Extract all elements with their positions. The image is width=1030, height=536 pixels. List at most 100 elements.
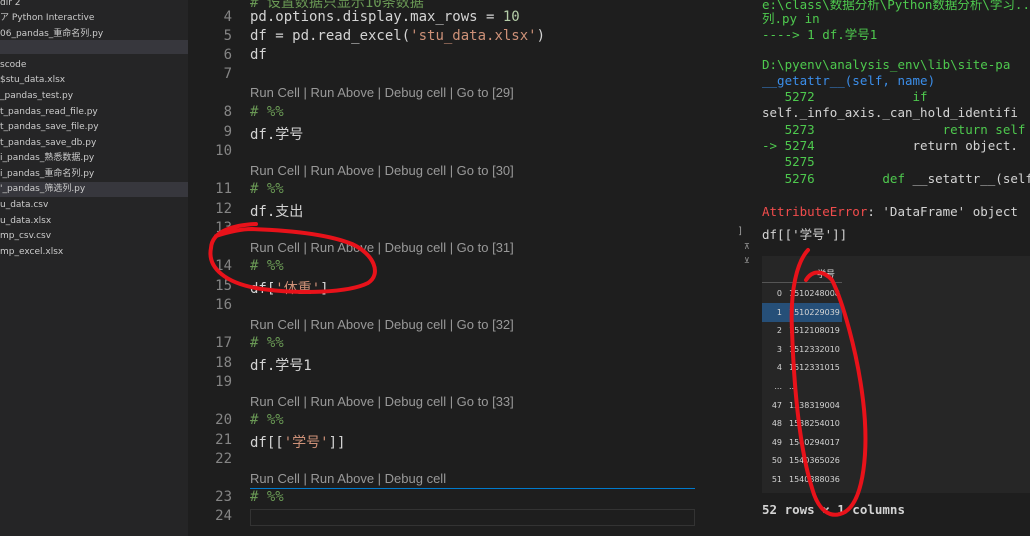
code-line[interactable]: df[['学号']] bbox=[250, 432, 345, 452]
number-literal: 10 bbox=[502, 9, 520, 25]
sidebar-item[interactable]: t_pandas_read_file.py bbox=[0, 105, 98, 120]
sidebar-item[interactable]: '_pandas_筛选列.py bbox=[0, 182, 188, 197]
codelens-actions[interactable]: Run Cell | Run Above | Debug cell | Go t… bbox=[250, 317, 514, 332]
table-row[interactable]: 4 1512331015 bbox=[762, 358, 842, 377]
table-row[interactable]: 51 1540388036 bbox=[762, 470, 842, 489]
line-number: 14 bbox=[215, 258, 232, 274]
line-number: 15 bbox=[215, 278, 232, 294]
row-value: 1538254010 bbox=[789, 419, 840, 429]
sidebar-item[interactable]: i_pandas_熟悉数据.py bbox=[0, 151, 94, 166]
sidebar-item[interactable]: mp_csv.csv bbox=[0, 229, 51, 244]
code-line[interactable]: df['体重'] bbox=[250, 278, 329, 298]
code-line[interactable]: # %% bbox=[250, 258, 284, 274]
trace-5276: 5276 def __setattr__(self, bbox=[762, 171, 1030, 186]
line-number: 13 bbox=[215, 220, 232, 236]
bracket-mark: ] bbox=[738, 226, 742, 237]
table-row[interactable]: ...... bbox=[762, 377, 842, 396]
sidebar-item[interactable]: t_pandas_save_db.py bbox=[0, 136, 96, 151]
sidebar-item[interactable]: _pandas_test.py bbox=[0, 89, 73, 104]
sidebar-item[interactable]: 06_pandas_重命名列.py bbox=[0, 27, 103, 42]
code-line[interactable]: df.学号1 bbox=[250, 355, 312, 375]
line-number: 16 bbox=[215, 297, 232, 313]
row-value: 1512108019 bbox=[789, 326, 840, 336]
table-row[interactable]: 50 1540365026 bbox=[762, 451, 842, 470]
row-index: ... bbox=[774, 382, 782, 391]
line-number: 10 bbox=[215, 143, 232, 159]
code-token: ) bbox=[536, 28, 546, 44]
table-row[interactable]: 1 1510229039 bbox=[762, 302, 842, 322]
code-line[interactable]: pd.options.display.max_rows = 10 bbox=[250, 9, 520, 25]
trace-arrow-line: ----> 1 df.学号1 bbox=[762, 27, 878, 42]
trace-5276-code: __setattr__(self, bbox=[912, 171, 1030, 186]
code-editor[interactable]: # 设置数据只显示10条数据 4 pd.options.display.max_r… bbox=[188, 0, 736, 536]
row-index: 0 bbox=[776, 289, 782, 298]
line-number: 6 bbox=[223, 47, 232, 63]
trace-5275: 5275 bbox=[762, 154, 815, 169]
code-line[interactable]: df = pd.read_excel('stu_data.xlsx') bbox=[250, 28, 545, 44]
cell-comment: # %% bbox=[250, 104, 284, 120]
row-index: 51 bbox=[771, 475, 782, 484]
error-name: AttributeError bbox=[762, 204, 868, 219]
codelens-actions[interactable]: Run Cell | Run Above | Debug cell | Go t… bbox=[250, 394, 514, 409]
trace-5273: 5273 return self bbox=[762, 122, 1026, 137]
cell-comment: # %% bbox=[250, 412, 284, 428]
code-token: pd.options.display.max_rows = bbox=[250, 9, 503, 25]
codelens-actions[interactable]: Run Cell | Run Above | Debug cell | Go t… bbox=[250, 240, 514, 255]
sidebar-item[interactable]: scode bbox=[0, 58, 26, 73]
line-number: 11 bbox=[215, 181, 232, 197]
interactive-output: e:\class\数据分析\Python数据分析\学习... 列.py in -… bbox=[736, 0, 1030, 536]
table-row[interactable]: 48 1538254010 bbox=[762, 414, 842, 433]
line-number: 22 bbox=[215, 451, 232, 467]
code-line[interactable]: # %% bbox=[250, 335, 284, 351]
code-line[interactable]: # %% bbox=[250, 181, 284, 197]
table-row[interactable]: 2 1512108019 bbox=[762, 321, 842, 340]
table-row[interactable]: 49 1540294017 bbox=[762, 433, 842, 452]
code-line[interactable]: df.支出 bbox=[250, 201, 303, 221]
cell-comment: # %% bbox=[250, 489, 284, 505]
line-number: 20 bbox=[215, 412, 232, 428]
code-token: ]] bbox=[328, 435, 346, 451]
line-number: 7 bbox=[223, 66, 232, 82]
row-index: 50 bbox=[771, 456, 782, 466]
collapse-down-icon[interactable]: ⊻ bbox=[744, 256, 750, 265]
codelens-actions[interactable]: Run Cell | Run Above | Debug cell | Go t… bbox=[250, 85, 514, 100]
trace-getattr: __getattr__(self, name) bbox=[762, 73, 936, 88]
string-literal: '体重' bbox=[275, 281, 321, 297]
table-row[interactable]: 0 1510248008 bbox=[762, 284, 842, 303]
table-row[interactable]: 47 1538319004 bbox=[762, 396, 842, 415]
executed-command: df[['学号']] bbox=[762, 227, 848, 242]
code-line[interactable]: # %% bbox=[250, 104, 284, 120]
trace-5276-num: 5276 def bbox=[762, 171, 905, 186]
row-index: 49 bbox=[771, 437, 782, 447]
row-index: 47 bbox=[771, 400, 782, 410]
code-token: df.学号1 bbox=[250, 358, 312, 374]
sidebar-item[interactable]: mp_excel.xlsx bbox=[0, 245, 63, 260]
sidebar-item[interactable]: u_data.csv bbox=[0, 198, 48, 213]
trace-5274-arrow: -> 5274 bbox=[762, 138, 815, 153]
sidebar-item[interactable]: u_data.xlsx bbox=[0, 214, 51, 229]
codelens-actions[interactable]: Run Cell | Run Above | Debug cell bbox=[250, 471, 446, 486]
row-index: 48 bbox=[771, 419, 782, 429]
codelens-actions[interactable]: Run Cell | Run Above | Debug cell | Go t… bbox=[250, 163, 514, 178]
line-number: 19 bbox=[215, 374, 232, 390]
sidebar-item[interactable]: i_pandas_重命名列.py bbox=[0, 167, 94, 182]
code-line[interactable]: # %% bbox=[250, 412, 284, 428]
row-value: 1540365026 bbox=[789, 456, 840, 466]
code-line[interactable]: df.学号 bbox=[250, 124, 303, 144]
sidebar-item[interactable]: dir 2 bbox=[0, 0, 21, 11]
row-value: 1510229039 bbox=[789, 307, 840, 317]
sidebar-item[interactable]: $stu_data.xlsx bbox=[0, 73, 65, 88]
collapse-up-icon[interactable]: ⊼ bbox=[744, 242, 750, 251]
cell-comment: # %% bbox=[250, 335, 284, 351]
line-number: 4 bbox=[223, 9, 232, 25]
table-row[interactable]: 3 1512332010 bbox=[762, 340, 842, 359]
line-number: 12 bbox=[215, 201, 232, 217]
current-line-highlight bbox=[250, 509, 695, 526]
sidebar-item[interactable]: t_pandas_save_file.py bbox=[0, 120, 99, 135]
trace-5274-code: return object. bbox=[814, 138, 1018, 153]
sidebar-item[interactable]: ア Python Interactive bbox=[0, 11, 94, 26]
code-line[interactable]: # %% bbox=[250, 489, 284, 505]
cell-comment: # %% bbox=[250, 181, 284, 197]
file-explorer: dir 2ア Python Interactive 06_pandas_重命名列.… bbox=[0, 0, 188, 536]
code-line[interactable]: df bbox=[250, 47, 267, 63]
